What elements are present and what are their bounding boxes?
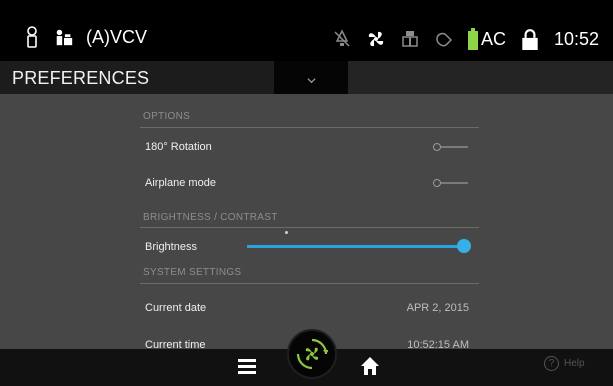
options-heading: OPTIONS <box>143 111 191 122</box>
brightness-slider[interactable] <box>247 239 471 253</box>
battery-label: AC <box>480 28 506 49</box>
brightness-fill <box>247 245 464 248</box>
divider <box>140 127 479 128</box>
rotation-label: 180° Rotation <box>145 141 212 153</box>
status-left: (A)VCV <box>22 26 147 48</box>
battery-indicator: AC <box>467 28 506 50</box>
menu-dropdown-tab[interactable] <box>274 61 348 94</box>
airplane-mode-toggle[interactable] <box>433 177 468 189</box>
divider <box>140 227 479 228</box>
airplane-toggle-knob <box>433 179 441 187</box>
home-button[interactable] <box>360 356 380 376</box>
current-date-value[interactable]: APR 2, 2015 <box>407 302 469 314</box>
fan-cycle-icon <box>296 338 328 370</box>
rotation-toggle[interactable] <box>433 141 468 153</box>
home-icon <box>361 357 379 375</box>
brightness-label: Brightness <box>145 241 197 253</box>
help-button[interactable]: ? Help <box>544 356 585 371</box>
system-settings-heading: SYSTEM SETTINGS <box>143 267 242 278</box>
ventilation-mode: (A)VCV <box>86 26 148 47</box>
status-bar: (A)VCV AC 10:52 <box>0 0 613 61</box>
connection-icon <box>434 28 454 50</box>
current-date-label: Current date <box>145 302 207 314</box>
divider <box>140 283 479 284</box>
adult-icon <box>54 26 74 48</box>
brightness-thumb[interactable] <box>457 239 471 253</box>
menu-button[interactable] <box>237 357 257 375</box>
status-right: AC 10:52 <box>332 28 599 50</box>
airplane-mode-label: Airplane mode <box>145 177 216 189</box>
lock-icon[interactable] <box>520 28 540 50</box>
help-icon: ? <box>544 356 559 371</box>
fan-icon <box>366 28 386 50</box>
clock: 10:52 <box>553 28 599 49</box>
title-bar: PREFERENCES <box>0 61 613 94</box>
chevron-down-icon <box>307 72 316 84</box>
alarm-off-icon <box>332 28 352 50</box>
rotation-toggle-knob <box>433 143 441 151</box>
airplane-toggle-track <box>441 182 468 184</box>
page-title: PREFERENCES <box>12 68 150 88</box>
patient-icon <box>22 26 42 48</box>
preferences-panel: OPTIONS 180° Rotation Airplane mode BRIG… <box>0 94 613 351</box>
ventilation-button[interactable] <box>287 329 337 379</box>
hamburger-icon <box>238 359 256 374</box>
device-icon <box>400 28 420 50</box>
help-label: Help <box>564 358 585 369</box>
brightness-heading: BRIGHTNESS / CONTRAST <box>143 212 278 223</box>
rotation-toggle-track <box>441 146 468 148</box>
battery-icon <box>467 28 478 50</box>
right-panel-tab <box>348 61 613 94</box>
slider-marker <box>285 231 288 234</box>
preferences-list: OPTIONS 180° Rotation Airplane mode BRIG… <box>140 94 479 351</box>
